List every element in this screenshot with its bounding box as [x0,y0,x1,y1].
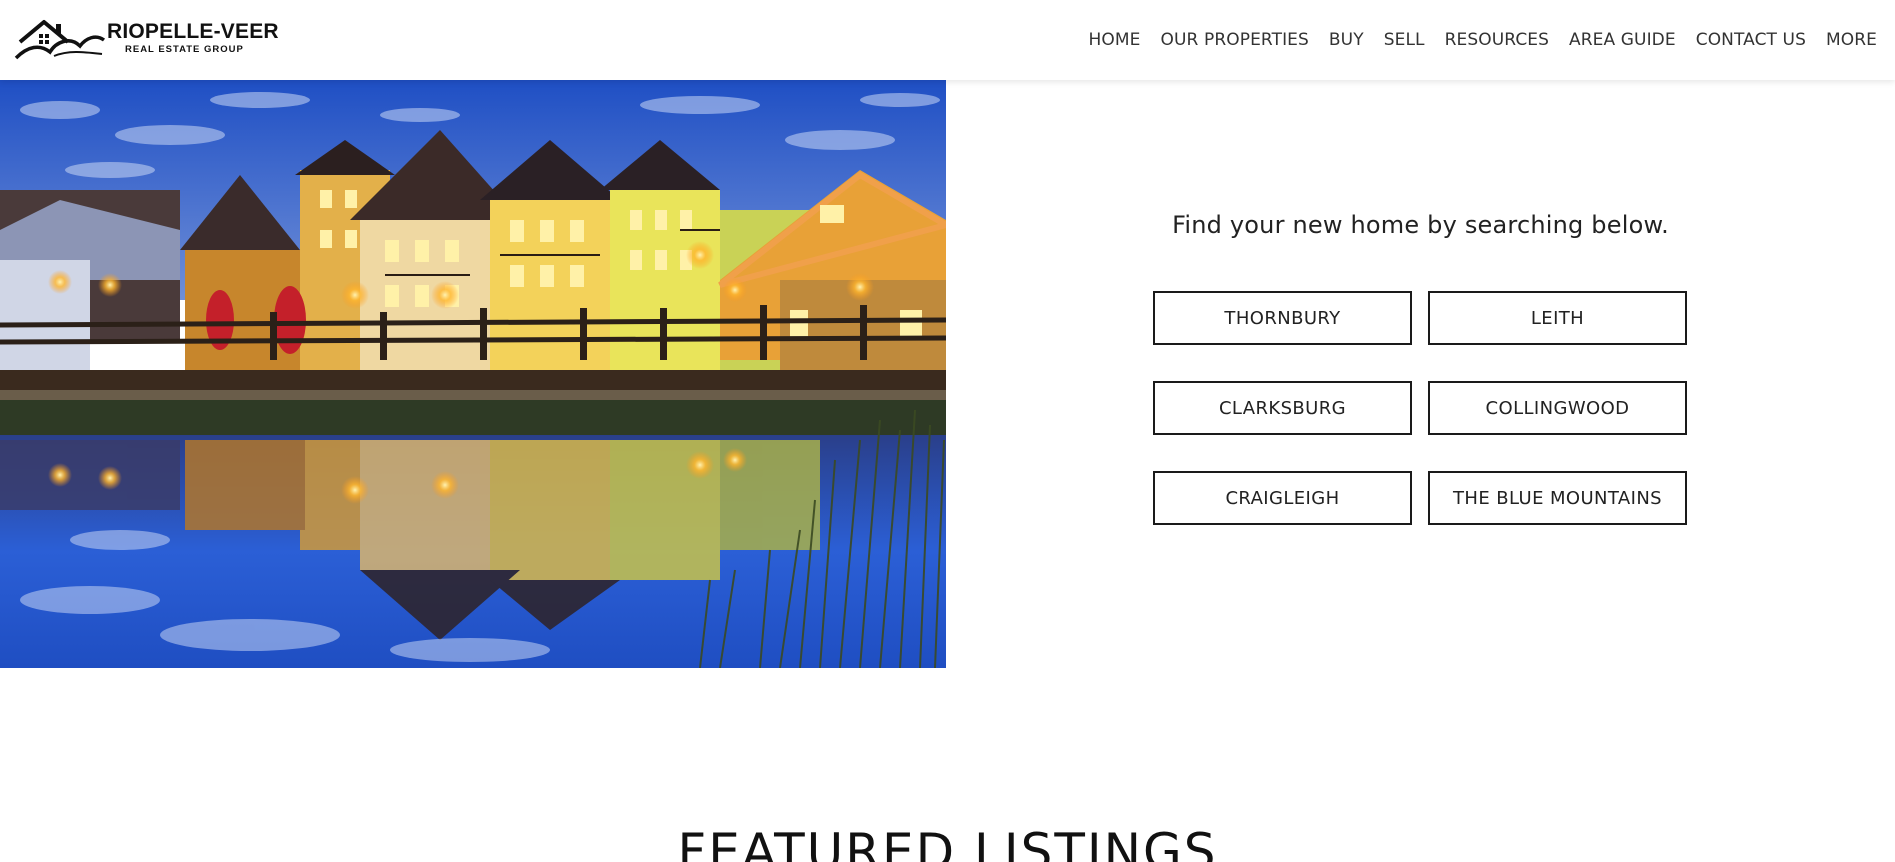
area-search-panel: Find your new home by searching below. T… [946,80,1895,668]
nav-our-properties[interactable]: OUR PROPERTIES [1161,30,1309,50]
main-nav: HOME OUR PROPERTIES BUY SELL RESOURCES A… [1089,0,1877,80]
search-heading: Find your new home by searching below. [1172,211,1669,239]
area-button-leith[interactable]: LEITH [1428,291,1687,345]
area-button-the-blue-mountains[interactable]: THE BLUE MOUNTAINS [1428,471,1687,525]
hero-image [0,80,946,668]
nav-contact-us[interactable]: CONTACT US [1696,30,1806,50]
brand-name: RIOPELLE-VEER [107,20,279,43]
nav-resources[interactable]: RESOURCES [1445,30,1549,50]
nav-home[interactable]: HOME [1089,30,1141,50]
site-header: RIOPELLE-VEER REAL ESTATE GROUP HOME OUR… [0,0,1895,80]
featured-listings-heading: FEATURED LISTINGS [677,823,1218,862]
brand-tagline: REAL ESTATE GROUP [125,44,244,55]
area-button-thornbury[interactable]: THORNBURY [1153,291,1412,345]
area-button-collingwood[interactable]: COLLINGWOOD [1428,381,1687,435]
nav-area-guide[interactable]: AREA GUIDE [1569,30,1676,50]
brand-logo[interactable]: RIOPELLE-VEER REAL ESTATE GROUP [14,16,279,64]
nav-buy[interactable]: BUY [1329,30,1364,50]
nav-sell[interactable]: SELL [1384,30,1425,50]
village-night-photo [0,80,946,668]
area-button-clarksburg[interactable]: CLARKSBURG [1153,381,1412,435]
nav-more[interactable]: MORE [1826,30,1877,50]
house-wave-icon [14,20,106,60]
area-button-craigleigh[interactable]: CRAIGLEIGH [1153,471,1412,525]
